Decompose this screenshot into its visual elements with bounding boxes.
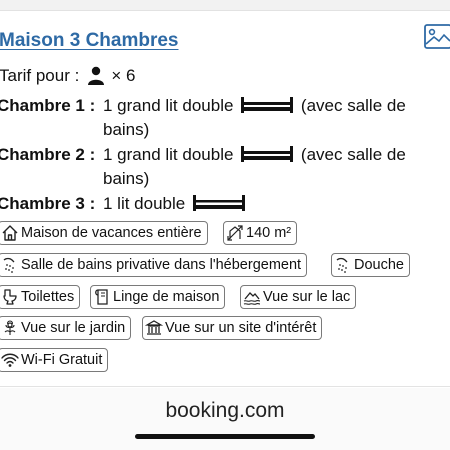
double-bed-icon [241,145,294,162]
facility-garden-view[interactable]: Vue sur le jardin [0,316,132,340]
facility-toilet[interactable]: Toilettes [0,285,81,309]
bed-icon [192,194,245,211]
facility-linen[interactable]: Linge de maison [90,285,226,309]
bed-type: 1 grand lit double [103,145,234,164]
landmark-icon [145,319,163,337]
facility-shower[interactable]: Douche [331,253,410,277]
bed-type: 1 grand lit double [103,96,234,115]
wifi-icon [1,351,19,369]
linen-icon [93,288,111,306]
browser-url[interactable]: booking.com [0,399,450,423]
shower-icon [1,256,19,274]
bedroom-label: Chambre 3 : [0,194,96,213]
shower-icon [334,256,352,274]
garden-icon [1,319,19,337]
tarif-row: Tarif pour : × 6 [0,66,135,86]
image-icon[interactable] [423,22,450,52]
top-edge-strip [0,0,450,11]
home-indicator[interactable] [135,434,315,439]
facility-area[interactable]: 140 m² [223,221,298,245]
footer-divider [0,386,450,387]
room-title-link[interactable]: Maison 3 Chambres [0,30,179,52]
tarif-label: Tarif pour : [0,66,80,85]
lake-view-icon [243,288,261,306]
facility-free-wifi[interactable]: Wi-Fi Gratuit [0,348,109,372]
facility-lake-view[interactable]: Vue sur le lac [240,285,357,309]
house-icon [1,224,19,242]
area-icon [226,224,244,242]
facility-whole-house[interactable]: Maison de vacances entière [0,221,208,245]
bedroom-label: Chambre 2 : [0,145,96,164]
occupancy-count: × 6 [111,66,136,85]
facility-private-bathroom[interactable]: Salle de bains privative dans l'hébergem… [0,253,308,277]
person-icon [87,66,105,86]
bed-type: 1 lit double [103,194,186,213]
bedroom-label: Chambre 1 : [0,96,96,115]
double-bed-icon [241,96,294,113]
toilet-icon [1,288,19,306]
facility-landmark-view[interactable]: Vue sur un site d'intérêt [142,316,323,340]
